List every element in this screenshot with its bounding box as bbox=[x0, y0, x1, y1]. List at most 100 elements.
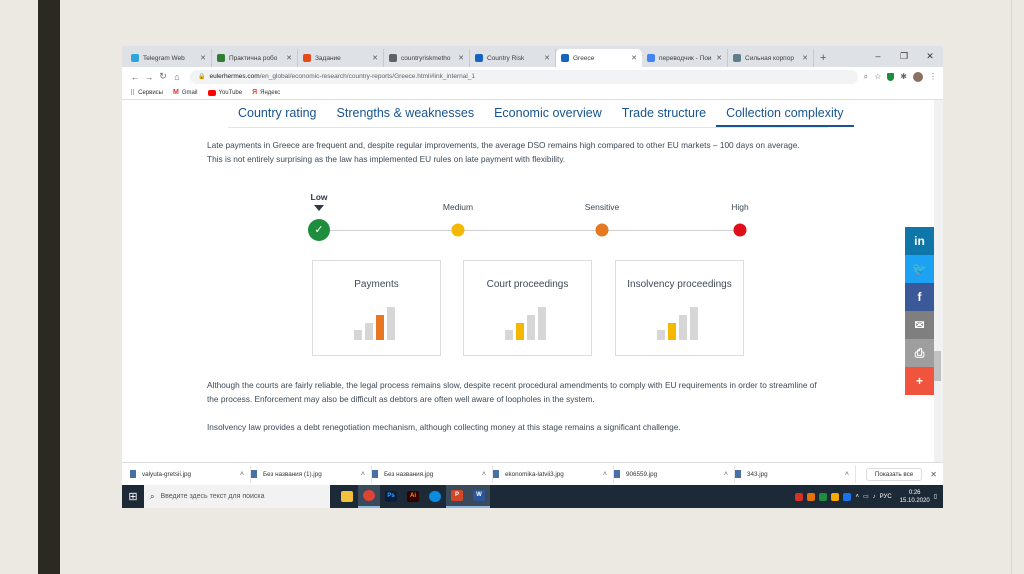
section-nav-divider bbox=[228, 127, 828, 128]
browser-tab[interactable]: countryriskmetho ✕ bbox=[384, 49, 470, 67]
downloads-bar: valyuta-gretsii.jpg ˄ Без названия (1).jpg… bbox=[122, 462, 943, 485]
email-icon[interactable]: ✉ bbox=[905, 311, 934, 339]
tab-close-icon[interactable]: ✕ bbox=[458, 54, 464, 62]
bookmark-gmail[interactable]: M Gmail bbox=[173, 89, 198, 96]
page-scrollbar-thumb[interactable] bbox=[934, 351, 941, 381]
tray-app-icon[interactable] bbox=[819, 492, 828, 501]
tab-close-icon[interactable]: ✕ bbox=[286, 54, 292, 62]
menu-dots-icon[interactable]: ⋮ bbox=[929, 72, 937, 81]
download-item[interactable]: ekonomika-latvii3.jpg ˄ bbox=[493, 465, 614, 483]
facebook-icon[interactable]: f bbox=[905, 283, 934, 311]
close-window-icon[interactable]: ✕ bbox=[917, 46, 943, 67]
download-item[interactable]: Без названия.jpg ˄ bbox=[372, 465, 493, 483]
tray-app-icon[interactable] bbox=[831, 492, 840, 501]
level-bar bbox=[505, 330, 513, 340]
tray-app-icon[interactable] bbox=[795, 492, 804, 501]
chevron-up-icon[interactable]: ˄ bbox=[240, 471, 244, 478]
close-downloads-icon[interactable]: ✕ bbox=[930, 470, 937, 479]
download-item[interactable]: 906559.jpg ˄ bbox=[614, 465, 735, 483]
new-tab-button[interactable]: + bbox=[814, 49, 832, 67]
system-clock[interactable]: 0:26 15.10.2020 bbox=[900, 489, 930, 505]
scale-label-medium: Medium bbox=[442, 202, 474, 212]
tab-close-icon[interactable]: ✕ bbox=[631, 54, 637, 62]
volume-icon[interactable]: ♪ bbox=[873, 494, 876, 500]
powerpoint-icon[interactable]: P bbox=[446, 485, 468, 508]
word-icon[interactable]: W bbox=[468, 485, 490, 508]
download-item[interactable]: valyuta-gretsii.jpg ˄ bbox=[130, 465, 251, 483]
bookmarks-bar: ⠿ Сервисы M Gmail YouTube Я Яндекс bbox=[122, 86, 943, 100]
linkedin-icon[interactable]: in bbox=[905, 227, 934, 255]
extension-shield-icon[interactable] bbox=[887, 72, 895, 81]
star-icon[interactable]: ☆ bbox=[874, 72, 881, 81]
file-explorer-icon[interactable] bbox=[336, 485, 358, 508]
browser-tab[interactable]: Country Risk ✕ bbox=[470, 49, 556, 67]
tab-close-icon[interactable]: ✕ bbox=[372, 54, 378, 62]
browser-tab[interactable]: Практична робо ✕ bbox=[212, 49, 298, 67]
home-icon[interactable]: ⌂ bbox=[170, 72, 184, 82]
level-bar bbox=[365, 323, 373, 340]
checkmark-icon: ✓ bbox=[314, 224, 324, 236]
edge-icon[interactable] bbox=[424, 485, 446, 508]
subnav-trade-structure[interactable]: Trade structure bbox=[612, 106, 716, 127]
tab-close-icon[interactable]: ✕ bbox=[200, 54, 206, 62]
reload-icon[interactable]: ↻ bbox=[156, 71, 170, 82]
browser-tab[interactable]: переводчик - Пои ✕ bbox=[642, 49, 728, 67]
taskbar-search-field[interactable]: ⌕ Введите здесь текст для поиска bbox=[144, 485, 330, 508]
download-filename: 343.jpg bbox=[747, 470, 768, 478]
subnav-country-rating[interactable]: Country rating bbox=[228, 106, 327, 127]
download-item[interactable]: Без названия (1).jpg ˄ bbox=[251, 465, 372, 483]
tray-app-icon[interactable] bbox=[807, 492, 816, 501]
insolvency-paragraph: Insolvency law provides a debt renegotia… bbox=[207, 422, 681, 432]
browser-tab[interactable]: Задание ✕ bbox=[298, 49, 384, 67]
chevron-up-icon[interactable]: ˄ bbox=[482, 471, 486, 478]
download-filename: 906559.jpg bbox=[626, 470, 658, 478]
browser-tab[interactable]: Telegram Web ✕ bbox=[126, 49, 212, 67]
selected-level-marker-icon bbox=[314, 205, 324, 211]
photoshop-icon[interactable]: Ps bbox=[380, 485, 402, 508]
network-icon[interactable]: ▭ bbox=[863, 493, 869, 500]
notifications-icon[interactable]: ▯ bbox=[934, 493, 937, 500]
illustrator-icon[interactable]: Ai bbox=[402, 485, 424, 508]
download-filename: Без названия (1).jpg bbox=[263, 470, 322, 478]
tab-strip: Telegram Web ✕ Практична робо ✕ Задание ✕ coun… bbox=[122, 46, 943, 67]
tab-close-icon[interactable]: ✕ bbox=[544, 54, 550, 62]
browser-tab[interactable]: Сильная корпор ✕ bbox=[728, 49, 814, 67]
back-icon[interactable]: ← bbox=[128, 72, 142, 82]
complexity-scale: Low ✓ Medium Sensitive High bbox=[122, 190, 934, 241]
tray-app-icon[interactable] bbox=[843, 492, 852, 501]
browser-tab[interactable]: Greece ✕ bbox=[556, 49, 642, 67]
url-field[interactable]: 🔒 eulerhermes.com/en_global/economic-res… bbox=[190, 69, 858, 84]
extensions-icon[interactable]: ✱ bbox=[900, 72, 907, 81]
chevron-up-icon[interactable]: ˄ bbox=[855, 494, 859, 500]
chevron-up-icon[interactable]: ˄ bbox=[845, 471, 849, 478]
subnav-strengths-weaknesses[interactable]: Strengths & weaknesses bbox=[327, 106, 485, 127]
chevron-up-icon[interactable]: ˄ bbox=[603, 471, 607, 478]
tab-label: переводчик - Пои bbox=[659, 54, 712, 62]
page-scrollbar-track[interactable] bbox=[934, 100, 943, 462]
bookmark-yandex[interactable]: Я Яндекс bbox=[252, 89, 280, 96]
twitter-icon[interactable]: 🐦 bbox=[905, 255, 934, 283]
download-filename: ekonomika-latvii3.jpg bbox=[505, 470, 564, 478]
subnav-collection-complexity[interactable]: Collection complexity bbox=[716, 106, 854, 127]
forward-icon[interactable]: → bbox=[142, 72, 156, 82]
show-all-downloads-button[interactable]: Показать все bbox=[865, 467, 923, 481]
subnav-economic-overview[interactable]: Economic overview bbox=[484, 106, 612, 127]
bookmark-youtube[interactable]: YouTube bbox=[207, 89, 242, 96]
zoom-icon[interactable]: ⌕ bbox=[864, 72, 868, 82]
scale-dot-sensitive bbox=[595, 223, 609, 237]
level-bar bbox=[538, 307, 546, 340]
plus-icon[interactable]: + bbox=[905, 367, 934, 395]
chevron-up-icon[interactable]: ˄ bbox=[724, 471, 728, 478]
language-indicator[interactable]: РУС bbox=[880, 494, 892, 500]
minimize-icon[interactable]: – bbox=[865, 46, 891, 67]
download-item[interactable]: 343.jpg ˄ bbox=[735, 465, 856, 483]
chrome-icon[interactable] bbox=[358, 485, 380, 508]
tab-close-icon[interactable]: ✕ bbox=[716, 54, 722, 62]
bookmark-services[interactable]: ⠿ Сервисы bbox=[130, 89, 163, 97]
windows-start-icon[interactable]: ⊞ bbox=[122, 490, 144, 503]
profile-avatar[interactable] bbox=[913, 71, 923, 82]
tab-close-icon[interactable]: ✕ bbox=[802, 54, 808, 62]
print-icon[interactable]: ⎙ bbox=[905, 339, 934, 367]
chevron-up-icon[interactable]: ˄ bbox=[361, 471, 365, 478]
maximize-icon[interactable]: ❐ bbox=[891, 46, 917, 67]
